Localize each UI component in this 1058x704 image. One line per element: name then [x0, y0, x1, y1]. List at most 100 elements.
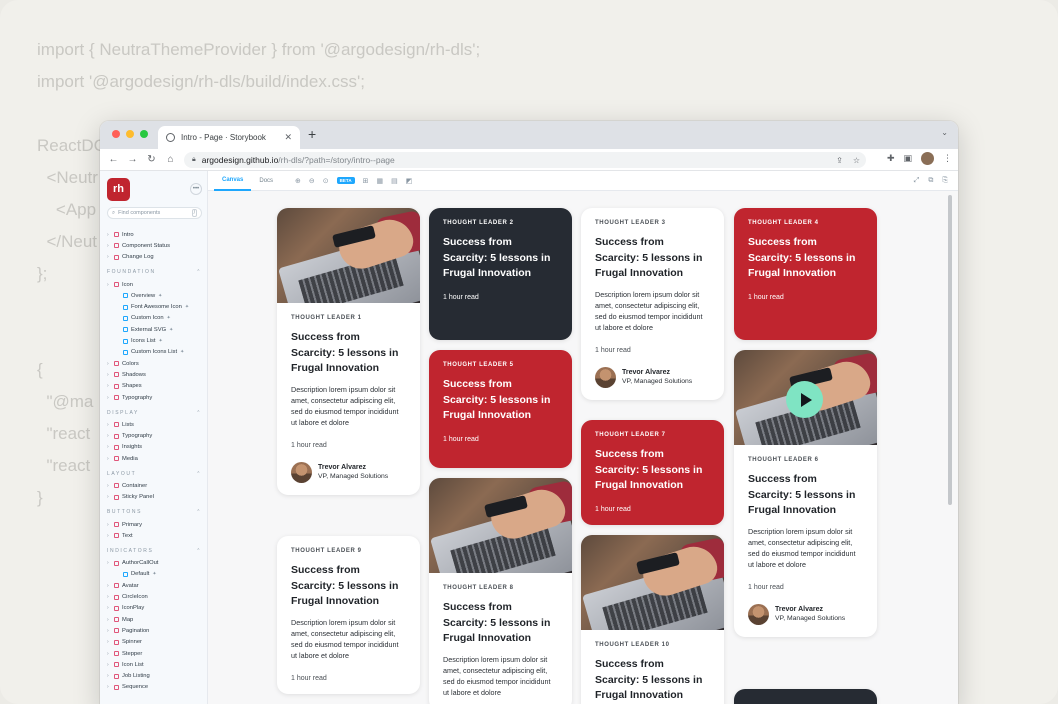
forward-arrow-icon[interactable]: → — [123, 154, 142, 165]
background-icon[interactable]: ▦ — [376, 177, 383, 185]
card-title[interactable]: Success from Scarcity: 5 lessons in Frug… — [595, 657, 710, 704]
card-title[interactable]: Success from Scarcity: 5 lessons in Frug… — [291, 330, 406, 377]
share-icon[interactable]: ⇪ — [836, 156, 843, 165]
canvas-scrollbar[interactable] — [948, 195, 952, 505]
new-tab-button[interactable]: + — [308, 126, 316, 142]
card-title[interactable]: Success from Scarcity: 5 lessons in Frug… — [748, 235, 863, 282]
reload-icon[interactable]: ↻ — [142, 154, 161, 165]
sidebar-item[interactable]: › Component Status — [107, 240, 202, 251]
outline-icon[interactable]: ◩ — [406, 177, 413, 185]
more-options-icon[interactable]: ••• — [190, 183, 202, 195]
article-card-10[interactable]: THOUGHT LEADER 10 Success from Scarcity:… — [581, 535, 724, 704]
sidebar-item[interactable]: Custom Icons List ✦ — [107, 347, 202, 358]
sidebar-item[interactable]: Icons List ✦ — [107, 335, 202, 346]
sidebar-section-header[interactable]: DISPLAY ⌃ — [107, 406, 202, 419]
sidebar-item[interactable]: › CircleIcon — [107, 591, 202, 602]
sidebar-item[interactable]: › Job Listing — [107, 671, 202, 682]
play-icon[interactable] — [786, 381, 823, 418]
sidebar-item[interactable]: External SVG ✦ — [107, 324, 202, 335]
bookmark-star-icon[interactable]: ☆ — [853, 156, 860, 165]
sidebar-item[interactable]: Custom Icon ✦ — [107, 313, 202, 324]
sidebar-item[interactable]: › Icon — [107, 279, 202, 290]
sidebar-item[interactable]: › Avatar — [107, 580, 202, 591]
grid-icon[interactable]: ⊞ — [363, 177, 369, 185]
sidebar-item[interactable]: › Change Log — [107, 252, 202, 263]
card-title[interactable]: Success from Scarcity: 5 lessons in Frug… — [595, 235, 710, 282]
extensions-puzzle-icon[interactable]: ✚ — [887, 153, 895, 164]
collapse-toggle-icon[interactable]: ⌃ — [196, 269, 202, 275]
sidebar-section-header[interactable]: LAYOUT ⌃ — [107, 467, 202, 480]
address-bar[interactable]: 🔒︎ argodesign.github.io/rh-dls/?path=/st… — [184, 152, 866, 168]
measure-icon[interactable]: ▤ — [391, 177, 398, 185]
tab-search-chevron-icon[interactable]: ⌄ — [941, 128, 948, 137]
sidebar-item[interactable]: › Shadows — [107, 369, 202, 380]
close-window-button[interactable] — [112, 130, 120, 138]
article-card-9[interactable]: THOUGHT LEADER 9 Success from Scarcity: … — [277, 536, 420, 694]
profile-avatar[interactable] — [921, 152, 934, 165]
sidebar-item[interactable]: › Icon List — [107, 659, 202, 670]
sidebar-item[interactable]: › Typography — [107, 430, 202, 441]
card-title[interactable]: Success from Scarcity: 5 lessons in Frug… — [291, 563, 406, 610]
sidebar-item[interactable]: › Typography — [107, 392, 202, 403]
article-card-1[interactable]: THOUGHT LEADER 1 Success from Scarcity: … — [277, 208, 420, 495]
collapse-toggle-icon[interactable]: ⌃ — [196, 548, 202, 554]
home-icon[interactable]: ⌂ — [161, 154, 180, 165]
sidebar-item[interactable]: › AuthorCallOut — [107, 558, 202, 569]
zoom-out-icon[interactable]: ⊖ — [309, 177, 315, 185]
side-panel-icon[interactable]: ▣ — [903, 153, 912, 164]
sidebar-item[interactable]: › Media — [107, 453, 202, 464]
article-card-2[interactable]: THOUGHT LEADER 2 Success from Scarcity: … — [429, 208, 572, 340]
card-title[interactable]: Success from Scarcity: 5 lessons in Frug… — [443, 600, 558, 647]
article-card-5[interactable]: THOUGHT LEADER 5 Success from Scarcity: … — [429, 350, 572, 468]
browser-menu-icon[interactable]: ⋮ — [943, 153, 952, 164]
sidebar-item[interactable]: › Stepper — [107, 648, 202, 659]
zoom-in-icon[interactable]: ⊕ — [295, 177, 301, 185]
sidebar-item[interactable]: › Map — [107, 614, 202, 625]
find-components-input[interactable]: ⌕ Find components / — [107, 207, 202, 219]
brand-logo[interactable]: rh — [107, 177, 130, 201]
sidebar-item[interactable]: › Insights — [107, 442, 202, 453]
article-card-4[interactable]: THOUGHT LEADER 4 Success from Scarcity: … — [734, 208, 877, 340]
browser-tab[interactable]: Intro - Page · Storybook ✕ — [158, 126, 300, 149]
collapse-toggle-icon[interactable]: ⌃ — [196, 410, 202, 416]
sidebar-item[interactable]: › Container — [107, 480, 202, 491]
beta-badge[interactable]: BETA — [336, 177, 355, 184]
collapse-toggle-icon[interactable]: ⌃ — [196, 509, 202, 515]
sidebar-item[interactable]: › IconPlay — [107, 603, 202, 614]
tab-canvas[interactable]: Canvas — [214, 171, 252, 191]
sidebar-item[interactable]: Default ✦ — [107, 569, 202, 580]
sidebar-item[interactable]: › Primary — [107, 519, 202, 530]
back-arrow-icon[interactable]: ← — [104, 154, 123, 165]
sidebar-section-header[interactable]: INDICATORS ⌃ — [107, 545, 202, 558]
card-title[interactable]: Success from Scarcity: 5 lessons in Frug… — [443, 377, 558, 424]
sidebar-item[interactable]: › Intro — [107, 229, 202, 240]
tab-docs[interactable]: Docs — [251, 171, 281, 191]
sidebar-item[interactable]: › Pagination — [107, 625, 202, 636]
sidebar-section-header[interactable]: FOUNDATION ⌃ — [107, 266, 202, 279]
sidebar-section-header[interactable]: BUTTONS ⌃ — [107, 506, 202, 519]
sidebar-item[interactable]: › Sticky Panel — [107, 492, 202, 503]
card-title[interactable]: Success from Scarcity: 5 lessons in Frug… — [748, 472, 863, 519]
zoom-reset-icon[interactable]: ⊙ — [323, 177, 329, 185]
article-card-6[interactable]: THOUGHT LEADER 6 Success from Scarcity: … — [734, 350, 877, 637]
close-tab-icon[interactable]: ✕ — [284, 132, 292, 143]
card-title[interactable]: Success from Scarcity: 5 lessons in Frug… — [595, 447, 710, 494]
zoom-window-button[interactable] — [140, 130, 148, 138]
article-card-7[interactable]: THOUGHT LEADER 7 Success from Scarcity: … — [581, 420, 724, 525]
sidebar-item[interactable]: › Text — [107, 530, 202, 541]
minimize-window-button[interactable] — [126, 130, 134, 138]
sidebar-item[interactable]: › Sequence — [107, 682, 202, 693]
sidebar-item[interactable]: › Lists — [107, 419, 202, 430]
sidebar-item[interactable]: Font Awesome Icon ✦ — [107, 301, 202, 312]
sidebar-item[interactable]: Overview ✦ — [107, 290, 202, 301]
copy-link-icon[interactable]: ⎘ — [942, 177, 948, 185]
article-card-8[interactable]: THOUGHT LEADER 8 Success from Scarcity: … — [429, 478, 572, 704]
article-card-3[interactable]: THOUGHT LEADER 3 Success from Scarcity: … — [581, 208, 724, 400]
sidebar-item[interactable]: › Shapes — [107, 381, 202, 392]
sidebar-item[interactable]: › Colors — [107, 358, 202, 369]
sidebar-item[interactable]: › Spinner — [107, 637, 202, 648]
card-title[interactable]: Success from Scarcity: 5 lessons in Frug… — [443, 235, 558, 282]
fullscreen-icon[interactable]: ⤢ — [914, 177, 920, 185]
article-card-partial[interactable] — [734, 689, 877, 704]
open-new-tab-icon[interactable]: ⧉ — [928, 177, 933, 185]
